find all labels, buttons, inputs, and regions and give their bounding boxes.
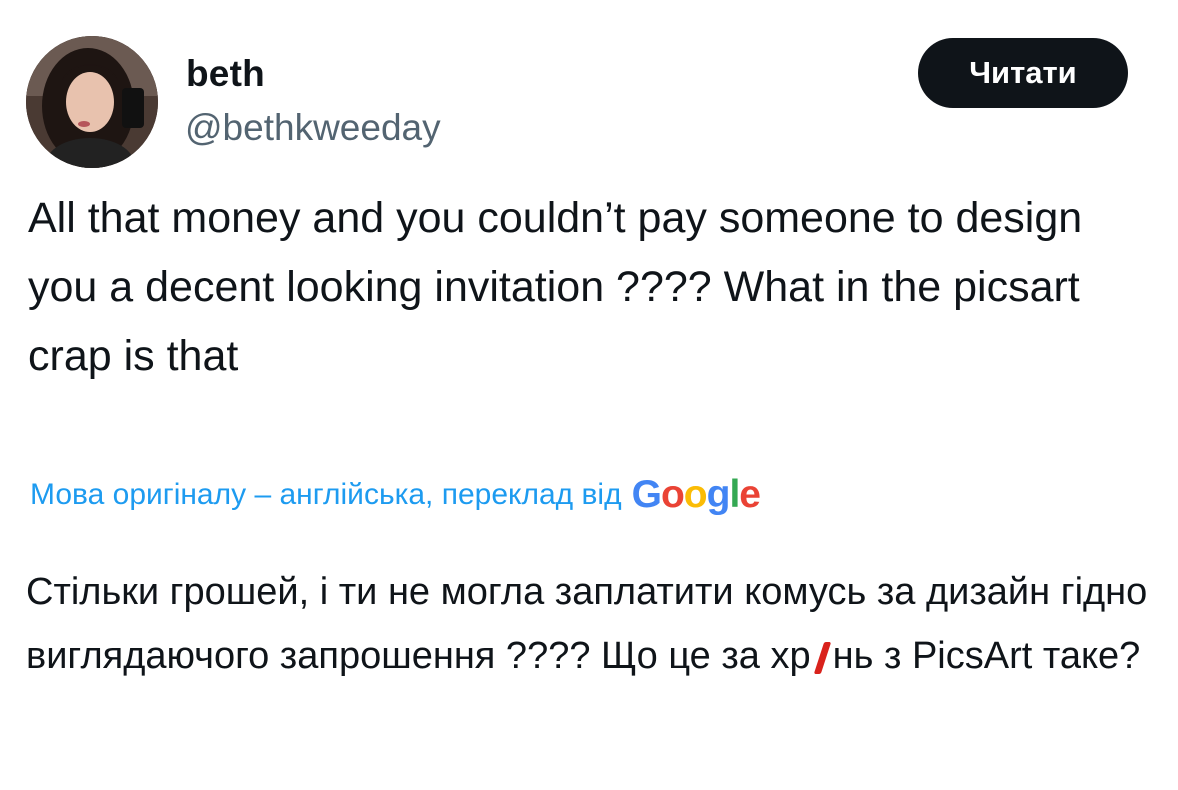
user-handle[interactable]: @bethkweeday [185,106,441,150]
translation-attribution[interactable]: Мова оригіналу – англійська, переклад ві… [30,470,761,520]
follow-button[interactable]: Читати [918,38,1128,108]
google-logo-letter: o [660,473,685,516]
profile-photo-icon [26,36,158,168]
tweet-text: All that money and you couldn’t pay some… [28,194,1083,380]
red-mark-icon [812,642,832,672]
translated-text-part-2: нь з PicsArt таке? [832,635,1141,677]
google-logo-icon: Google [631,473,761,517]
google-logo-letter: g [706,473,731,516]
google-logo-letter: o [683,473,708,516]
google-logo-letter: e [739,473,761,516]
translation-label: Мова оригіналу – англійська, переклад ві… [30,478,622,511]
translated-text: Стільки грошей, і ти не могла заплатити … [26,560,1161,688]
avatar[interactable] [26,36,158,168]
google-logo-letter: G [631,473,662,516]
display-name[interactable]: beth [186,52,265,96]
google-logo-letter: l [729,473,740,516]
